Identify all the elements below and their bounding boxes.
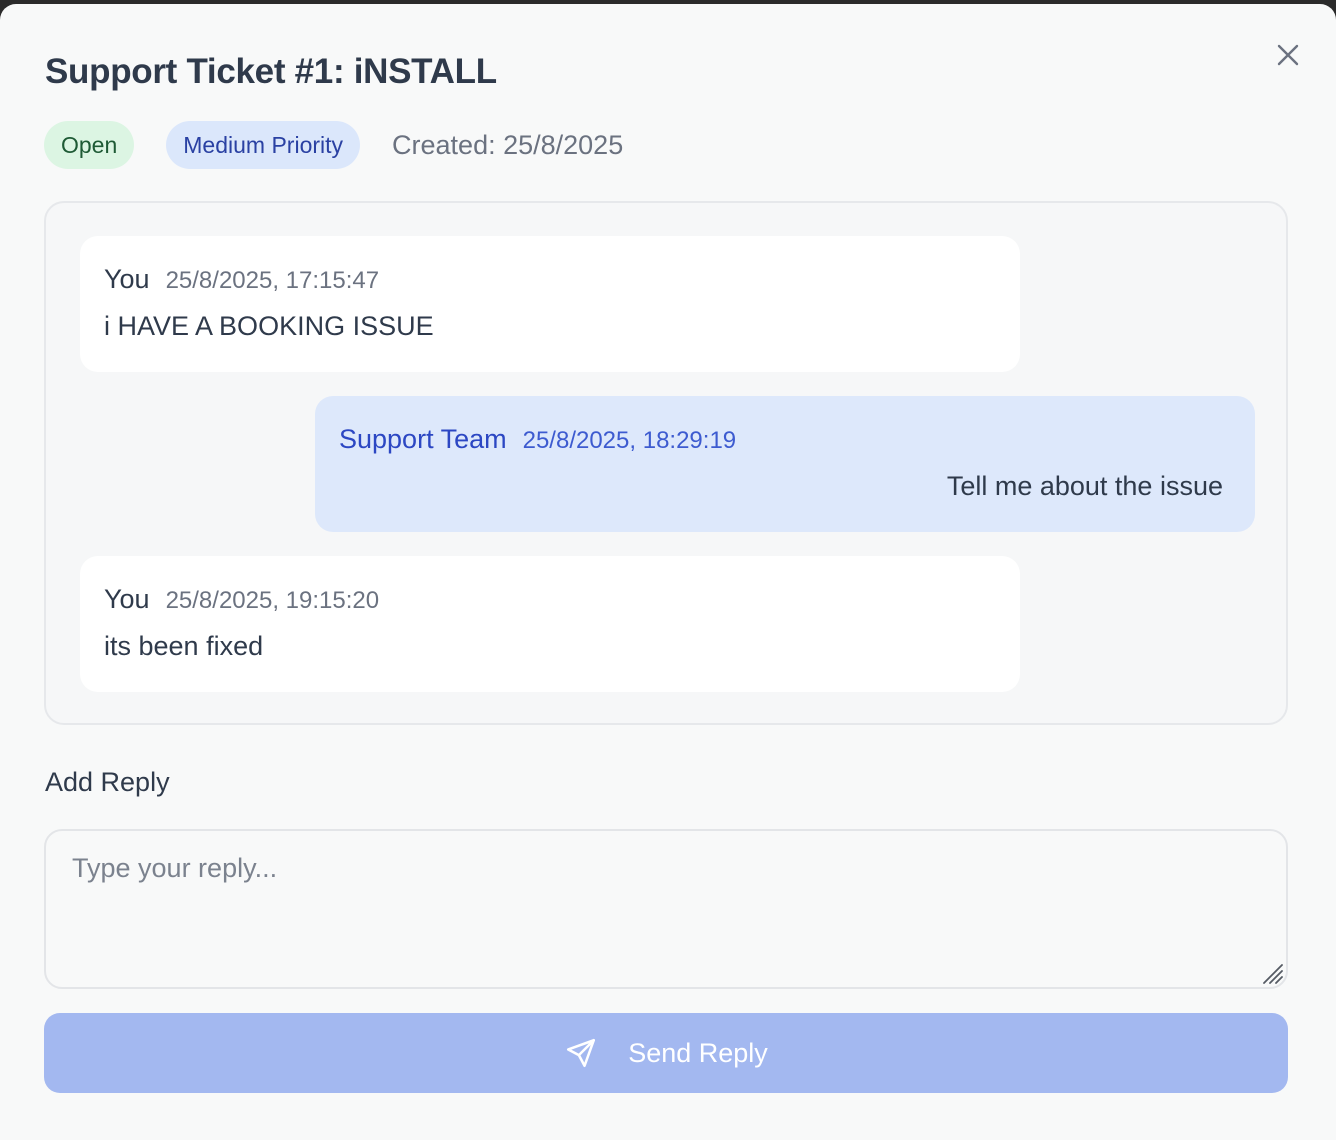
close-icon — [1277, 44, 1299, 66]
priority-badge: Medium Priority — [166, 121, 361, 169]
message-timestamp: 25/8/2025, 19:15:20 — [165, 587, 380, 614]
status-badge: Open — [44, 121, 135, 169]
message-body: its been fixed — [104, 631, 264, 661]
send-reply-button[interactable]: Send Reply — [44, 1013, 1288, 1093]
message-body: i HAVE A BOOKING ISSUE — [104, 311, 434, 341]
message-header: You 25/8/2025, 17:15:47 — [104, 264, 996, 295]
close-button[interactable] — [1270, 37, 1306, 73]
ticket-meta: Open Medium Priority Created: 25/8/2025 — [44, 121, 623, 169]
message-item: You 25/8/2025, 19:15:20 its been fixed — [80, 556, 1020, 692]
send-icon — [564, 1036, 598, 1070]
message-timestamp: 25/8/2025, 18:29:19 — [522, 427, 737, 454]
reply-textarea[interactable] — [44, 829, 1288, 989]
message-header: Support Team 25/8/2025, 18:29:19 — [339, 424, 1223, 455]
message-item: Support Team 25/8/2025, 18:29:19 Tell me… — [315, 396, 1255, 532]
message-header: You 25/8/2025, 19:15:20 — [104, 584, 996, 615]
message-author: You — [104, 584, 150, 614]
reply-label: Add Reply — [45, 767, 170, 797]
created-date: Created: 25/8/2025 — [392, 129, 624, 160]
send-reply-label: Send Reply — [628, 1037, 768, 1068]
resize-handle-icon[interactable] — [1258, 959, 1284, 985]
message-thread[interactable]: You 25/8/2025, 17:15:47 i HAVE A BOOKING… — [44, 201, 1288, 725]
message-timestamp: 25/8/2025, 17:15:47 — [165, 267, 380, 294]
message-author: Support Team — [339, 424, 507, 454]
ticket-modal: Support Ticket #1: iNSTALL Open Medium P… — [0, 4, 1336, 1140]
message-item: You 25/8/2025, 17:15:47 i HAVE A BOOKING… — [80, 236, 1020, 372]
ticket-title: Support Ticket #1: iNSTALL — [45, 52, 497, 91]
message-body: Tell me about the issue — [946, 471, 1223, 501]
message-author: You — [104, 264, 150, 294]
